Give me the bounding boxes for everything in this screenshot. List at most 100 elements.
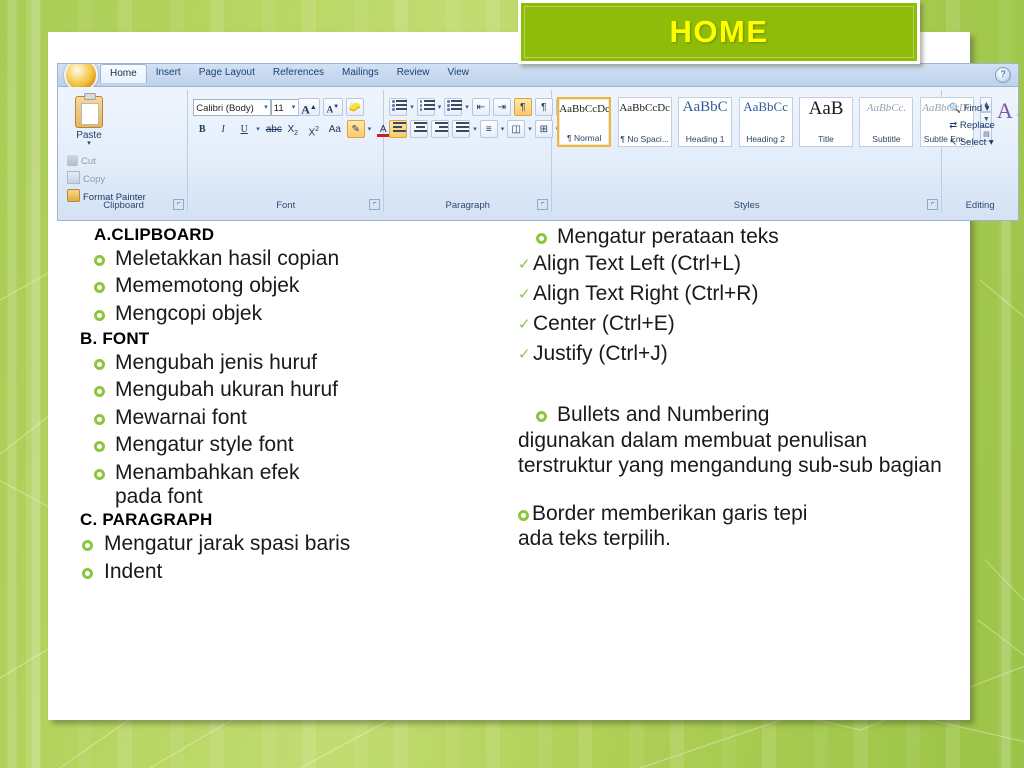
shrink-font-button[interactable]: A▼: [322, 98, 343, 116]
copy-button[interactable]: Copy: [65, 169, 150, 187]
style-name: Heading 1: [685, 134, 725, 144]
style-preview: AaBbC: [682, 99, 728, 115]
font-size-input[interactable]: 11: [270, 98, 299, 116]
style-item-no-spacing[interactable]: AaBbCcDc ¶ No Spaci...: [617, 97, 672, 147]
check-icon: ✓: [518, 256, 531, 274]
replace-button[interactable]: ⇄ Replace: [947, 117, 1013, 134]
align-right-button[interactable]: [431, 120, 450, 138]
borders-button[interactable]: ⊞: [534, 120, 553, 138]
bold-button[interactable]: B: [193, 120, 211, 138]
style-preview: AaBbCcDc: [559, 103, 610, 115]
paste-button[interactable]: Paste ▾: [65, 92, 113, 147]
list-item: Mengubah ukuran huruf: [76, 378, 508, 402]
chevron-down-icon[interactable]: ▾: [501, 125, 505, 133]
ribbon-tab-insert[interactable]: Insert: [147, 64, 190, 83]
grow-font-button[interactable]: A▲: [298, 98, 320, 116]
chevron-down-icon[interactable]: ▾: [256, 125, 260, 133]
slide-body-columns: A.CLIPBOARD Meletakkan hasil copian Meme…: [58, 224, 958, 716]
list-item-label: Border memberikan garis tepi: [532, 502, 808, 526]
italic-button[interactable]: I: [214, 120, 232, 138]
font-row-1: Calibri (Body) ▾ 11 ▾ A▲ A▼ 🧽: [193, 98, 378, 116]
left-column: A.CLIPBOARD Meletakkan hasil copian Meme…: [58, 224, 508, 716]
check-list-item: ✓ Justify (Ctrl+J): [518, 342, 958, 368]
underline-button[interactable]: U: [235, 120, 253, 138]
group-label-paragraph: Paragraph: [445, 200, 490, 211]
font-name-input[interactable]: Calibri (Body): [193, 98, 272, 116]
superscript-button[interactable]: X2: [305, 120, 323, 138]
list-item-label: Mengcopi objek: [115, 301, 263, 325]
numbering-button[interactable]: [416, 98, 435, 116]
ribbon-tab-label: References: [272, 67, 325, 78]
rtl-text-direction-button[interactable]: ¶: [534, 98, 553, 116]
ribbon-tab-mailings[interactable]: Mailings: [333, 64, 388, 83]
select-button[interactable]: ↖ Select ▾: [947, 134, 1013, 151]
bullet-icon: [94, 282, 105, 294]
align-center-button[interactable]: [410, 120, 429, 138]
ribbon-tab-strip: Home Insert Page Layout References Maili…: [58, 64, 1018, 92]
align-left-button[interactable]: [389, 120, 408, 138]
chevron-down-icon[interactable]: ▾: [410, 103, 414, 111]
shading-button[interactable]: ◫: [507, 120, 526, 138]
ribbon-tab-home[interactable]: Home: [100, 64, 147, 83]
check-item-label: Justify (Ctrl+J): [533, 342, 668, 366]
find-button[interactable]: 🔍 Find ▾: [947, 100, 1013, 117]
help-icon[interactable]: ?: [995, 67, 1011, 83]
list-item-label: Mememotong objek: [115, 274, 300, 298]
style-preview: AaBbCcDc: [619, 102, 671, 114]
ribbon-group-paragraph: ▾ ▾ ▾ ⇤ ⇥ ¶ ¶ ↓ ¶: [384, 90, 595, 212]
style-item-subtitle[interactable]: AaBbCc. Subtitle: [859, 97, 914, 147]
style-preview: AaBbCc.: [866, 102, 907, 114]
ribbon-tabs: Home Insert Page Layout References Maili…: [100, 64, 478, 86]
style-item-normal[interactable]: AaBbCcDc ¶ Normal: [557, 97, 612, 147]
list-item: Mewarnai font: [76, 406, 508, 430]
list-item: Mengatur jarak spasi baris: [76, 532, 508, 556]
bullet-icon: [94, 255, 105, 266]
subscript-button[interactable]: X2: [284, 120, 302, 138]
line-spacing-button[interactable]: ≡: [479, 120, 498, 138]
list-item-label: Menambahkan efek: [115, 460, 300, 484]
decrease-indent-button[interactable]: ⇤: [471, 98, 490, 116]
check-list-item: ✓ Align Text Right (Ctrl+R): [518, 282, 958, 308]
styles-gallery: AaBbCcDc ¶ Normal AaBbCcDc ¶ No Spaci...…: [557, 97, 1018, 147]
style-item-title[interactable]: AaB Title: [799, 97, 854, 147]
cut-button[interactable]: Cut: [65, 153, 150, 169]
ribbon-tab-references[interactable]: References: [264, 64, 333, 83]
style-item-heading-1[interactable]: AaBbC Heading 1: [678, 97, 733, 147]
group-label-editing: Editing: [965, 200, 995, 211]
ltr-text-direction-button[interactable]: ¶: [513, 98, 532, 116]
paragraph-row-1: ▾ ▾ ▾ ⇤ ⇥ ¶ ¶ ↓ ¶: [389, 98, 595, 116]
ribbon-tab-view[interactable]: View: [439, 64, 479, 83]
bullets-button[interactable]: [389, 98, 408, 116]
bullet-icon: [536, 233, 547, 244]
chevron-down-icon[interactable]: ▾: [465, 103, 469, 111]
style-name: Title: [818, 134, 834, 144]
bullet-icon: [94, 309, 105, 321]
chevron-down-icon[interactable]: ▾: [368, 125, 372, 133]
heading-font: B. FONT: [80, 329, 150, 349]
text-highlight-color-button[interactable]: ✎: [346, 120, 365, 138]
clipboard-dialog-launcher-icon[interactable]: ⌐: [173, 199, 185, 210]
font-dialog-launcher-icon[interactable]: ⌐: [369, 199, 381, 210]
ribbon-tab-review[interactable]: Review: [388, 64, 439, 83]
ribbon-tab-label: Review: [396, 67, 430, 78]
chevron-down-icon[interactable]: ▾: [528, 125, 532, 133]
styles-dialog-launcher-icon[interactable]: ⌐: [927, 199, 939, 210]
list-item: Mememotong objek: [76, 274, 508, 298]
ribbon-tab-page-layout[interactable]: Page Layout: [190, 64, 264, 83]
change-case-button[interactable]: Aa: [326, 120, 344, 138]
bullet-icon: [94, 359, 105, 371]
increase-indent-button[interactable]: ⇥: [492, 98, 511, 116]
multilevel-list-button[interactable]: [444, 98, 463, 116]
list-item: Meletakkan hasil copian: [76, 247, 508, 271]
clear-formatting-button[interactable]: 🧽: [345, 98, 365, 116]
cut-label: Cut: [81, 156, 96, 167]
list-item-continuation: pada font: [115, 484, 203, 508]
chevron-down-icon[interactable]: ▾: [473, 125, 477, 133]
chevron-down-icon[interactable]: ▾: [438, 103, 442, 111]
paragraph-dialog-launcher-icon[interactable]: ⌐: [537, 199, 549, 210]
check-item-label: Align Text Right (Ctrl+R): [533, 282, 759, 306]
justify-button[interactable]: [452, 120, 471, 138]
style-item-heading-2[interactable]: AaBbCc Heading 2: [738, 97, 793, 147]
strikethrough-button[interactable]: abc: [263, 120, 282, 138]
